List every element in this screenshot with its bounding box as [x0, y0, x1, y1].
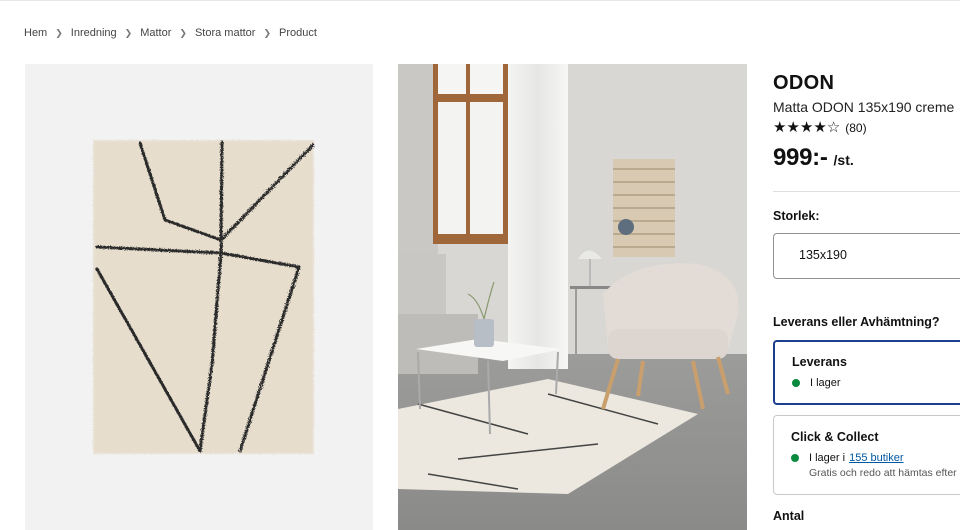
chevron-right-icon: ❯ [179, 27, 187, 38]
delivery-label: Leverans eller Avhämtning? [773, 315, 940, 329]
stores-link[interactable]: 155 butiker [849, 452, 903, 464]
star-filled-icon: ★ [799, 119, 814, 136]
stock-status-text: I lager [810, 377, 841, 389]
breadcrumb: Hem ❯ Inredning ❯ Mattor ❯ Stora mattor … [24, 27, 317, 39]
stock-status: I lager i 155 butiker [791, 452, 904, 464]
star-filled-icon: ★ [786, 119, 800, 136]
in-stock-dot-icon [791, 454, 799, 462]
breadcrumb-inredning[interactable]: Inredning [71, 27, 117, 39]
product-image-room[interactable] [398, 64, 747, 530]
product-title: ODON [773, 72, 835, 94]
chevron-right-icon: ❯ [263, 27, 272, 38]
room-scene-illustration [398, 64, 747, 530]
product-rating[interactable]: ★ ★ ★ ★ ☆ (80) [773, 120, 867, 135]
star-empty-icon: ☆ [826, 119, 841, 136]
delivery-option-leverans[interactable]: Leverans I lager [773, 340, 960, 405]
size-selector[interactable]: 135x190 [773, 233, 960, 279]
chevron-right-icon: ❯ [124, 27, 133, 38]
rug-illustration [93, 140, 315, 454]
option-title: Leverans [792, 355, 847, 369]
option-title: Click & Collect [791, 430, 879, 444]
quantity-label: Antal [773, 509, 805, 523]
star-filled-icon: ★ [813, 119, 827, 136]
in-stock-dot-icon [792, 379, 800, 387]
header-divider [0, 0, 960, 1]
breadcrumb-stora-mattor[interactable]: Stora mattor [195, 27, 256, 39]
breadcrumb-home[interactable]: Hem [24, 27, 47, 39]
delivery-option-click-collect[interactable]: Click & Collect I lager i 155 butiker Gr… [773, 415, 960, 495]
product-price: 999:- /st. [773, 144, 854, 172]
section-divider [773, 191, 960, 192]
price-unit: /st. [833, 152, 854, 168]
pickup-note: Gratis och redo att hämtas efter [809, 467, 957, 479]
star-filled-icon: ★ [773, 119, 787, 136]
product-description: Matta ODON 135x190 creme [773, 99, 955, 115]
price-amount: 999:- [773, 144, 828, 171]
stock-status-prefix: I lager i [809, 452, 846, 464]
rating-stars: ★ ★ ★ ★ ☆ [773, 120, 840, 135]
review-count: (80) [845, 120, 867, 135]
size-label: Storlek: [773, 209, 820, 223]
breadcrumb-current: Product [279, 27, 317, 39]
product-image-rug[interactable] [25, 64, 373, 530]
chevron-right-icon: ❯ [55, 27, 63, 38]
breadcrumb-mattor[interactable]: Mattor [140, 27, 171, 39]
stock-status: I lager [792, 377, 841, 389]
